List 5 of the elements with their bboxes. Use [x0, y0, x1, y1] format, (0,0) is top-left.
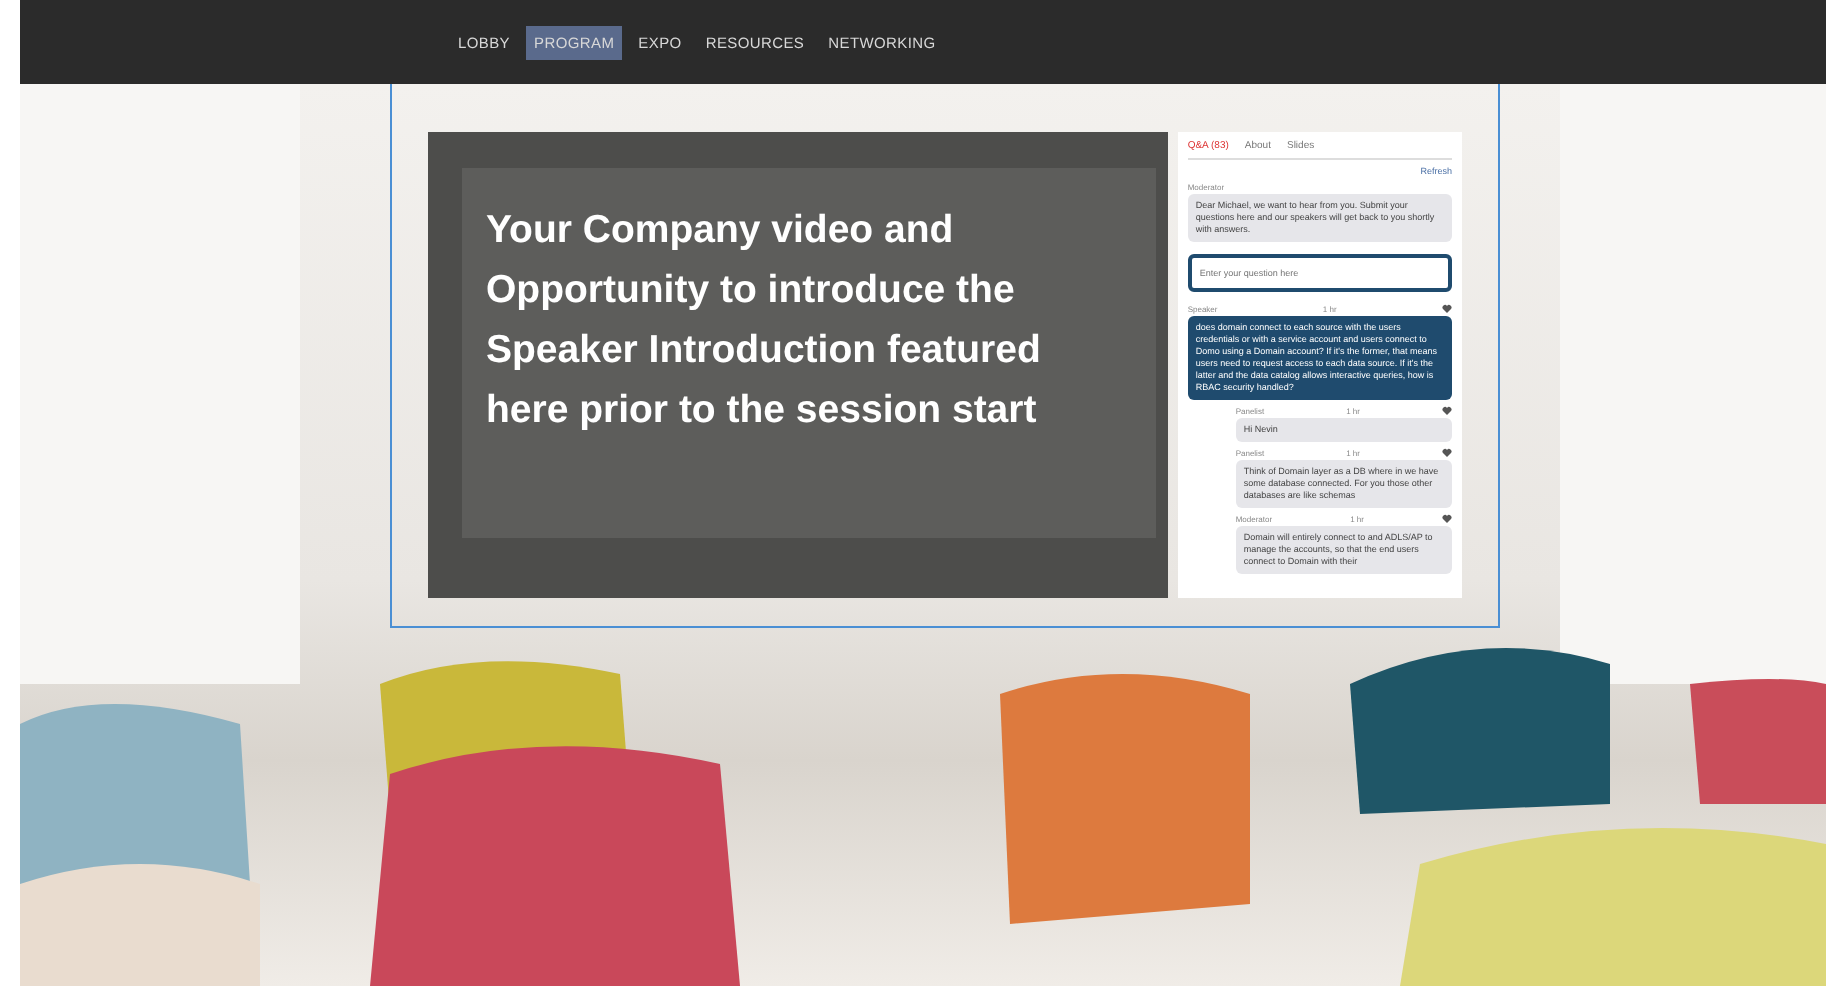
- video-caption: Your Company video and Opportunity to introduce the Speaker Introduction featured here prior to the session start: [486, 206, 1043, 436]
- heart-icon[interactable]: [1442, 406, 1452, 416]
- heart-icon[interactable]: [1441, 304, 1452, 314]
- heart-icon[interactable]: [1442, 448, 1452, 458]
- heart-icon[interactable]: [1442, 514, 1452, 524]
